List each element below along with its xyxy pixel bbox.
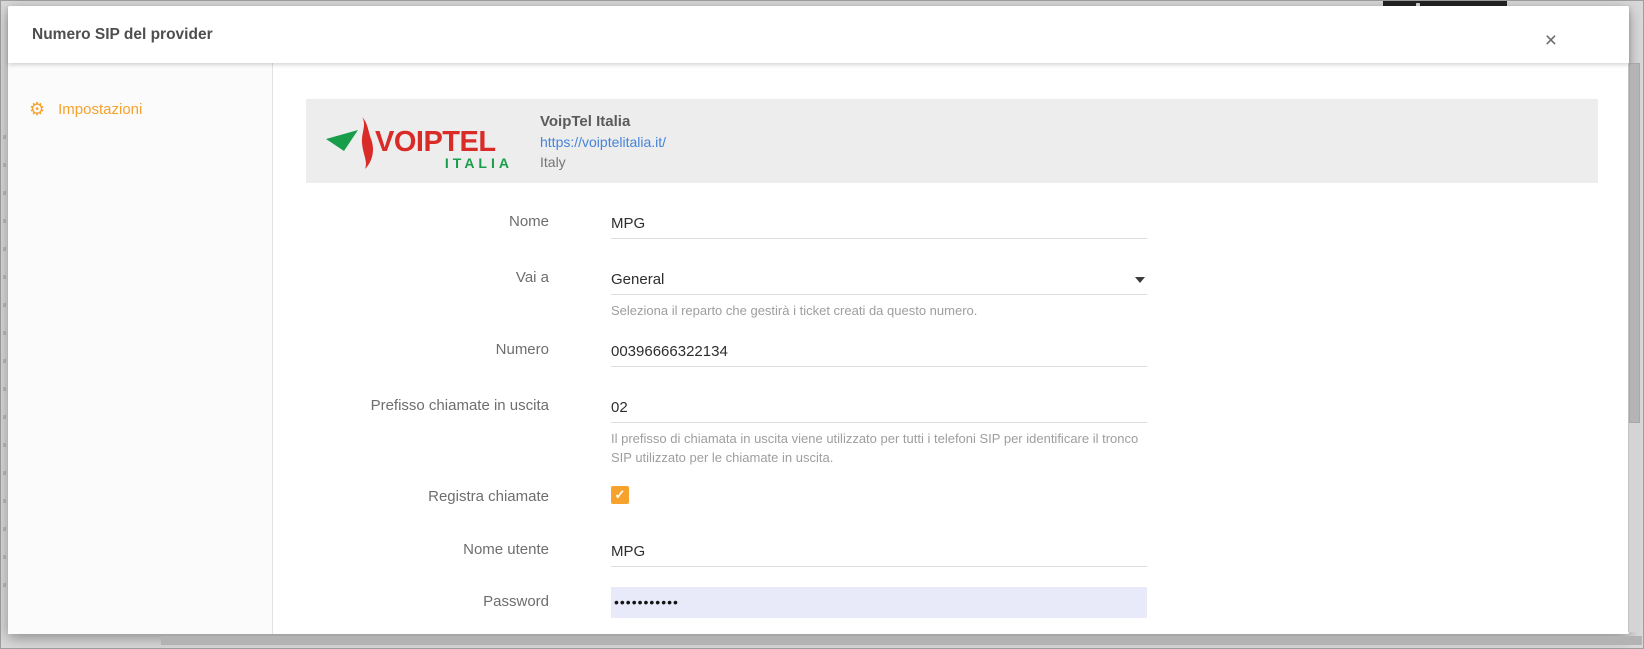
- numero-label: Numero: [274, 341, 549, 358]
- numero-input[interactable]: 00396666322134: [611, 337, 1147, 367]
- sidebar-item-impostazioni[interactable]: Impostazioni: [29, 99, 142, 120]
- gear-icon: [29, 99, 45, 120]
- modal-title: Numero SIP del provider: [32, 6, 213, 63]
- nome-input[interactable]: MPG: [611, 209, 1147, 239]
- chevron-down-icon: [1135, 277, 1145, 283]
- background-page-fragment: [3, 111, 6, 608]
- vai-a-selected-value: General: [611, 271, 664, 288]
- vai-a-label: Vai a: [274, 269, 549, 286]
- background-page-bottom-edge: [161, 636, 1642, 645]
- settings-panel: VOIPTEL ITALIA VoipTel Italia https://vo…: [274, 63, 1629, 634]
- svg-text:ITALIA: ITALIA: [445, 155, 513, 171]
- sidebar-item-label: Impostazioni: [58, 101, 142, 118]
- close-icon[interactable]: ×: [1545, 30, 1557, 51]
- nome-label: Nome: [274, 213, 549, 230]
- vai-a-helper: Seleziona il reparto che gestirà i ticke…: [611, 301, 1156, 320]
- password-input[interactable]: •••••••••••: [611, 587, 1147, 618]
- browser-viewport: Numero SIP del provider × Impostazioni V…: [0, 0, 1644, 649]
- registra-chiamate-checkbox[interactable]: ✓: [611, 486, 629, 504]
- provider-info: VoipTel Italia https://voiptelitalia.it/…: [540, 113, 666, 170]
- sip-provider-modal: Numero SIP del provider × Impostazioni V…: [8, 6, 1629, 634]
- provider-country: Italy: [540, 154, 666, 170]
- nome-utente-input[interactable]: MPG: [611, 537, 1147, 567]
- svg-text:VOIPTEL: VOIPTEL: [375, 126, 496, 158]
- vai-a-select[interactable]: General: [611, 265, 1147, 295]
- prefisso-label: Prefisso chiamate in uscita: [274, 397, 549, 414]
- modal-body: Impostazioni VOIPTEL ITALIA VoipTel Ital…: [8, 63, 1629, 634]
- provider-url-link[interactable]: https://voiptelitalia.it/: [540, 134, 666, 150]
- sidebar: Impostazioni: [8, 63, 273, 634]
- nome-utente-label: Nome utente: [274, 541, 549, 558]
- modal-header: Numero SIP del provider ×: [8, 6, 1629, 63]
- provider-name: VoipTel Italia: [540, 113, 666, 130]
- provider-card: VOIPTEL ITALIA VoipTel Italia https://vo…: [306, 99, 1598, 183]
- page-scrollbar[interactable]: [1628, 63, 1640, 632]
- scrollbar-thumb[interactable]: [1629, 63, 1640, 423]
- registra-chiamate-label: Registra chiamate: [274, 488, 549, 505]
- password-label: Password: [274, 593, 549, 610]
- voiptel-logo: VOIPTEL ITALIA: [320, 109, 516, 173]
- prefisso-helper: Il prefisso di chiamata in uscita viene …: [611, 429, 1156, 467]
- prefisso-input[interactable]: 02: [611, 393, 1147, 423]
